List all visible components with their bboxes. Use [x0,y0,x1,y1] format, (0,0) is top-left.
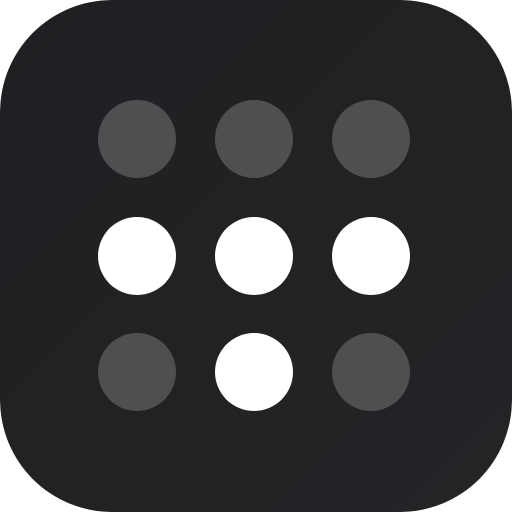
dot-1-2-off [215,100,293,178]
dot-grid [98,100,410,411]
dot-2-3-on [332,217,410,295]
stage [0,0,512,512]
dot-2-1-on [98,217,176,295]
dot-1-3-off [332,100,410,178]
dot-3-1-off [98,333,176,411]
dot-1-1-off [98,100,176,178]
dots-grid-app-icon[interactable] [0,0,512,512]
dot-2-2-on [215,217,293,295]
dot-3-3-off [332,333,410,411]
dot-3-2-on [215,333,293,411]
icon-graphic [0,0,512,512]
